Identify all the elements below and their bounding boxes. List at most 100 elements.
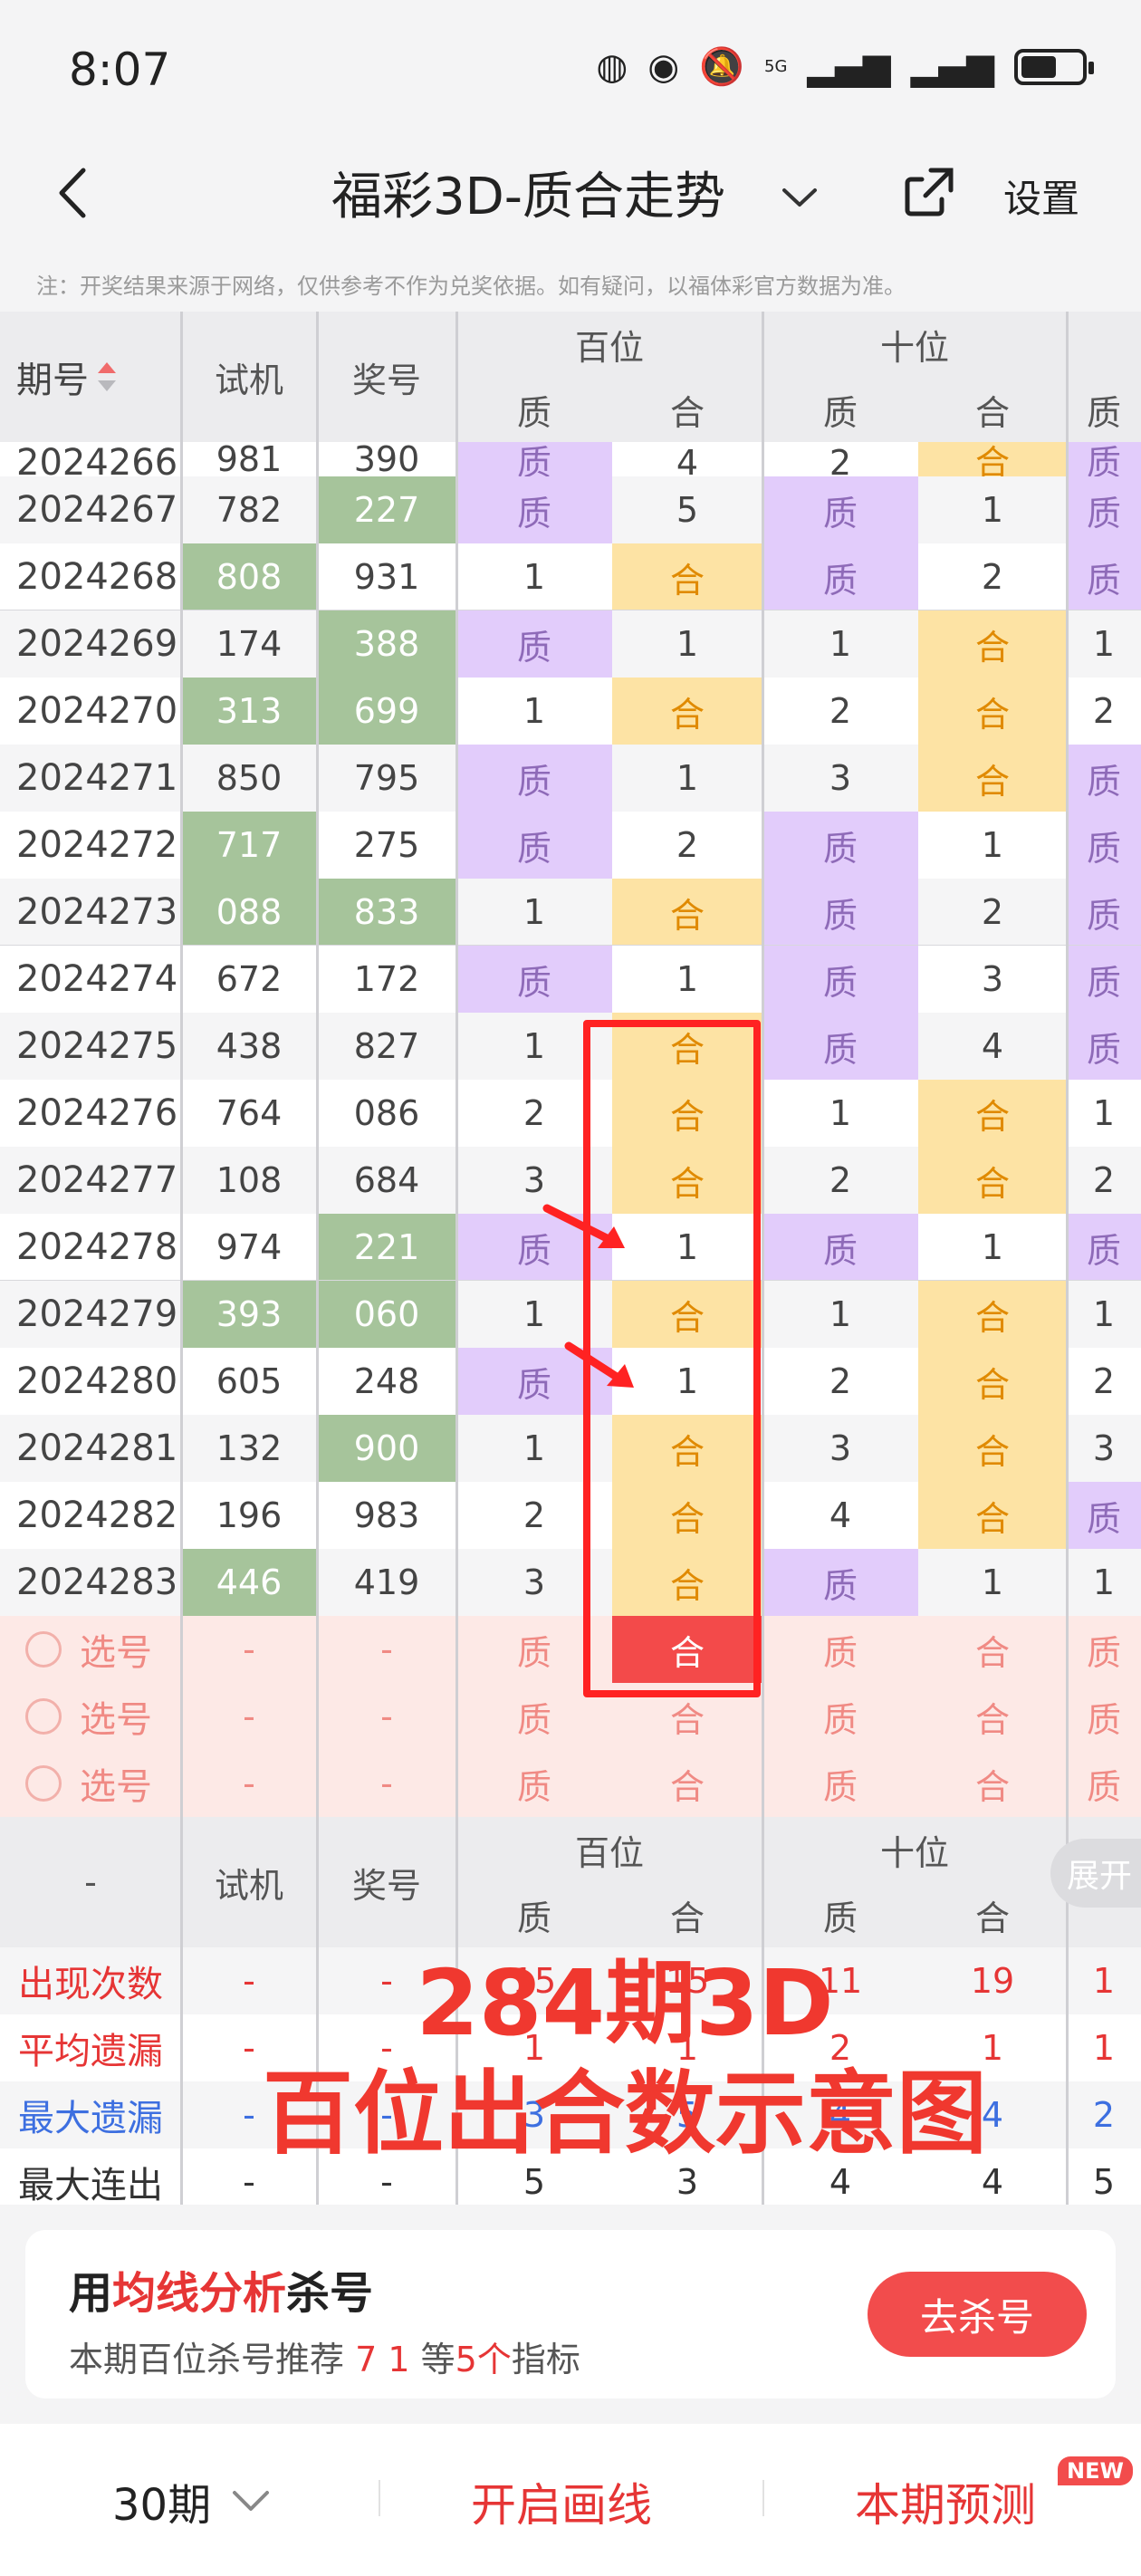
prize-cell: 388 xyxy=(317,610,456,678)
pick-toggle[interactable]: 质 xyxy=(1067,1750,1141,1817)
trend-cell: 合 xyxy=(612,1147,762,1214)
sort-icon[interactable] xyxy=(96,359,118,395)
pick-row[interactable]: 选号 xyxy=(0,1616,181,1683)
trend-cell: 质 xyxy=(762,1549,918,1616)
pick-row[interactable]: 选号 xyxy=(0,1683,181,1750)
stat-prize: - xyxy=(317,1947,456,2014)
trend-cell: 3 xyxy=(456,1549,612,1616)
trend-cell: 合 xyxy=(612,1281,762,1348)
trial-cell: 850 xyxy=(181,745,317,812)
pick-toggle[interactable]: 合 xyxy=(918,1616,1067,1683)
stat-value: 11 xyxy=(762,1947,918,2014)
trend-cell: 质 xyxy=(456,745,612,812)
expand-button[interactable]: 展开 xyxy=(1050,1839,1141,1908)
pick-toggle[interactable]: 合 xyxy=(918,1683,1067,1750)
signal-icon: ▂▄▆ xyxy=(807,46,891,88)
promo-title: 用均线分析杀号 xyxy=(69,2257,373,2321)
header-period[interactable]: 期号 xyxy=(0,312,181,442)
settings-button[interactable]: 设置 xyxy=(1003,168,1079,224)
pick-toggle[interactable]: 质 xyxy=(762,1616,918,1683)
promo-title-highlight: 均线分析 xyxy=(112,2268,287,2319)
stat-value: 1 xyxy=(918,2014,1067,2081)
trial-cell: 393 xyxy=(181,1281,317,1348)
trial-cell: 088 xyxy=(181,879,317,946)
trend-cell: 4 xyxy=(762,1482,918,1549)
footer-header-prime: 质 xyxy=(456,1882,612,1947)
trend-table: 期号 试机 奖号 百位 十位质合质合质 2024266 981 390 质 4 2 合质 2024267… xyxy=(0,312,1141,2205)
stat-value: 1 xyxy=(612,2014,762,2081)
trend-cell: 1 xyxy=(1067,1080,1141,1147)
stat-value: 1 xyxy=(456,2014,612,2081)
predict-button[interactable]: 本期预测 xyxy=(855,2469,1036,2534)
status-bar: 8:07 ◍ ◉ 🔕 5G ▂▄▆ ▂▄▆ xyxy=(0,0,1141,136)
prize-cell: 172 xyxy=(317,946,456,1013)
pick-toggle[interactable]: 质 xyxy=(1067,1683,1141,1750)
footer-header-hundreds: 百位 xyxy=(456,1817,762,1882)
kill-number-button[interactable]: 去杀号 xyxy=(868,2272,1087,2357)
footer-header-trial: 试机 xyxy=(181,1817,317,1947)
trend-cell: 质 xyxy=(762,1013,918,1080)
trial-cell: 196 xyxy=(181,1482,317,1549)
trend-cell: 1 xyxy=(1067,1549,1141,1616)
page-title[interactable]: 福彩3D-质合走势 xyxy=(331,156,725,229)
pick-toggle[interactable]: 质 xyxy=(762,1683,918,1750)
pick-toggle[interactable]: 质 xyxy=(1067,1616,1141,1683)
chevron-down-icon[interactable] xyxy=(777,174,822,219)
trend-cell: 1 xyxy=(612,1348,762,1415)
radio-icon[interactable] xyxy=(25,1631,62,1668)
period-cell: 2024282 xyxy=(0,1482,181,1549)
chevron-down-icon xyxy=(233,2491,270,2511)
column-divider xyxy=(455,312,458,2205)
promo-card[interactable]: 用均线分析杀号 本期百位杀号推荐 7 1 等5个指标 去杀号 xyxy=(25,2230,1116,2398)
pick-toggle[interactable]: 合 xyxy=(612,1616,762,1683)
trend-cell: 质 xyxy=(762,946,918,1013)
trial-cell: 717 xyxy=(181,812,317,879)
pick-row[interactable]: 选号 xyxy=(0,1750,181,1817)
pick-toggle[interactable]: 质 xyxy=(456,1616,612,1683)
trend-cell: 合 xyxy=(918,1080,1067,1147)
period-selector[interactable]: 30期 xyxy=(112,2469,271,2533)
trial-cell: 974 xyxy=(181,1214,317,1281)
prize-cell: 684 xyxy=(317,1147,456,1214)
period-cell: 2024273 xyxy=(0,879,181,946)
trend-cell: 质 xyxy=(1067,946,1141,1013)
trial-cell: 605 xyxy=(181,1348,317,1415)
trend-cell: 2 xyxy=(1067,1348,1141,1415)
share-icon[interactable] xyxy=(900,163,958,221)
promo-subtitle: 本期百位杀号推荐 7 1 等5个指标 xyxy=(69,2331,580,2381)
trend-cell: 质 xyxy=(1067,543,1141,610)
pick-toggle[interactable]: 合 xyxy=(612,1750,762,1817)
stat-trial: - xyxy=(181,2148,317,2205)
back-icon[interactable] xyxy=(43,161,107,225)
promo-sub-post: 指标 xyxy=(511,2340,580,2379)
pick-toggle[interactable]: 质 xyxy=(762,1750,918,1817)
radio-icon[interactable] xyxy=(25,1698,62,1735)
trial-cell: 174 xyxy=(181,610,317,678)
pick-toggle[interactable]: 质 xyxy=(456,1683,612,1750)
footer-header-tens: 十位 xyxy=(762,1817,1067,1882)
pick-trial: - xyxy=(181,1616,317,1683)
trend-cell: 1 xyxy=(918,1214,1067,1281)
prize-cell: 060 xyxy=(317,1281,456,1348)
divider xyxy=(762,2480,764,2516)
draw-line-button[interactable]: 开启画线 xyxy=(471,2469,652,2534)
trend-cell: 质 xyxy=(1067,476,1141,543)
trend-cell: 合 xyxy=(918,1482,1067,1549)
pick-toggle[interactable]: 质 xyxy=(456,1750,612,1817)
column-divider xyxy=(180,312,183,2205)
pick-trial: - xyxy=(181,1750,317,1817)
pick-prize: - xyxy=(317,1750,456,1817)
trend-cell: 3 xyxy=(762,745,918,812)
footer-header-dash: - xyxy=(0,1817,181,1947)
pick-toggle[interactable]: 合 xyxy=(918,1750,1067,1817)
pick-toggle[interactable]: 合 xyxy=(612,1683,762,1750)
radio-icon[interactable] xyxy=(25,1765,62,1802)
trend-cell: 4 xyxy=(918,1013,1067,1080)
trend-cell: 1 xyxy=(456,879,612,946)
trend-cell: 质 xyxy=(456,442,612,476)
trend-cell: 2 xyxy=(1067,1147,1141,1214)
trial-cell: 808 xyxy=(181,543,317,610)
status-icons: ◍ ◉ 🔕 5G ▂▄▆ ▂▄▆ xyxy=(596,46,1094,88)
header-tens-prime: 质 xyxy=(762,377,918,442)
trend-cell: 质 xyxy=(762,1214,918,1281)
